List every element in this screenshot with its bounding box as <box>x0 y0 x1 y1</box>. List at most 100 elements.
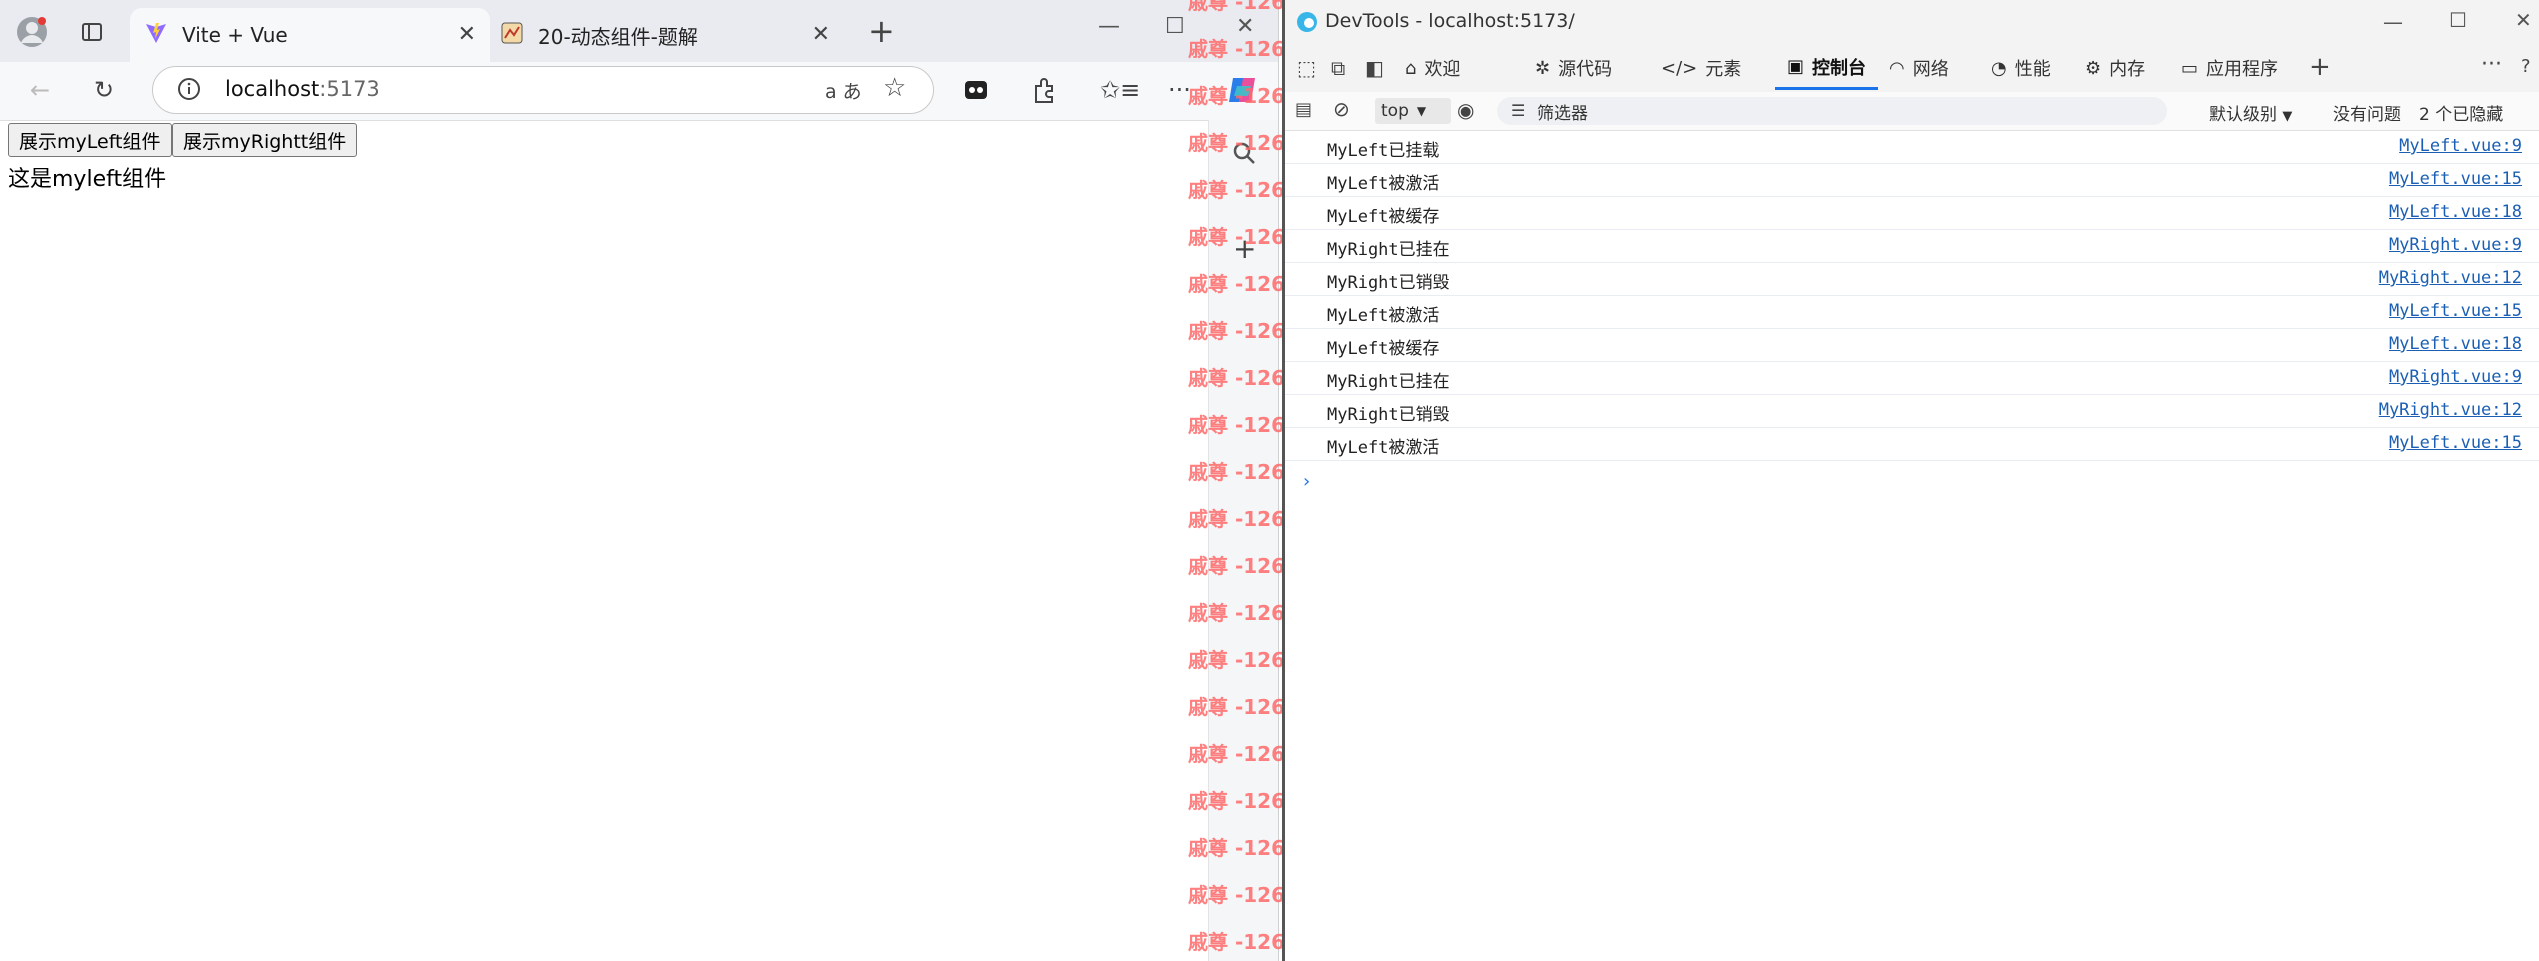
live-expression-eye-icon[interactable]: ◉ <box>1457 98 1474 122</box>
devtools-tab-strip: ⬚ ⧉ ◧ ⌂ 欢迎 ✲ 源代码 </> 元素 ▣ 控制台 ◠ 网络 ◔ 性能 ⚙ 内存 ▭ 应… <box>1285 46 2539 93</box>
edge-logo-icon <box>1295 10 1319 38</box>
source-link[interactable]: MyLeft.vue:15 <box>2389 433 2522 453</box>
devtools-window: DevTools - localhost:5173/ — ☐ ✕ ⬚ ⧉ ◧ ⌂… <box>1282 0 2539 961</box>
chevron-down-icon: ▼ <box>1416 104 1427 118</box>
source-link[interactable]: MyLeft.vue:9 <box>2399 136 2522 156</box>
tab-dynamic-component[interactable]: 20-动态组件-题解 ✕ <box>494 8 844 62</box>
tab-application[interactable]: ▭ 应用程序 <box>2181 46 2278 90</box>
minimize-icon[interactable]: — <box>1098 14 1120 39</box>
devtools-title-bar: DevTools - localhost:5173/ — ☐ ✕ <box>1285 0 2539 46</box>
console-message: MyRight已挂在 MyRight.vue:9 <box>1285 362 2539 395</box>
console-message: MyLeft被激活 MyLeft.vue:15 <box>1285 296 2539 329</box>
tab-vite-vue[interactable]: Vite + Vue ✕ <box>130 8 490 62</box>
code-icon: </> <box>1661 57 1698 79</box>
console-message: MyLeft被激活 MyLeft.vue:15 <box>1285 164 2539 197</box>
tab-console[interactable]: ▣ 控制台 <box>1775 46 1879 90</box>
show-myright-button[interactable]: 展示myRightt组件 <box>172 123 358 157</box>
close-window-icon[interactable]: ✕ <box>2515 8 2532 32</box>
favorite-star-icon[interactable]: ☆ <box>883 73 906 103</box>
reload-icon[interactable]: ↻ <box>94 76 114 104</box>
dock-side-icon[interactable]: ◧ <box>1365 56 1384 80</box>
vite-logo-icon <box>144 21 168 49</box>
source-link[interactable]: MyRight.vue:12 <box>2379 268 2522 288</box>
console-messages: MyLeft已挂载 MyLeft.vue:9 MyLeft被激活 MyLeft.vu… <box>1285 131 2539 492</box>
more-tabs-icon[interactable]: + <box>2309 52 2331 82</box>
tab-sources[interactable]: ✲ 源代码 <box>1535 46 1612 90</box>
source-link[interactable]: MyLeft.vue:15 <box>2389 301 2522 321</box>
console-message: MyLeft已挂载 MyLeft.vue:9 <box>1285 131 2539 164</box>
profile-avatar-icon[interactable] <box>14 14 50 50</box>
copilot-icon[interactable] <box>1225 72 1261 112</box>
context-select[interactable]: top ▼ <box>1375 98 1451 124</box>
gauge-icon: ◔ <box>1991 57 2007 79</box>
search-icon[interactable] <box>1231 140 1257 170</box>
wifi-icon: ◠ <box>1889 57 1905 79</box>
page-favicon-icon <box>500 21 524 49</box>
myleft-component-text: 这是myleft组件 <box>8 167 167 192</box>
console-prompt-icon[interactable]: › <box>1303 471 1310 492</box>
chevron-down-icon: ▼ <box>2282 109 2293 124</box>
filter-input[interactable]: ☰ 筛选器 <box>1497 97 2167 125</box>
source-link[interactable]: MyRight.vue:9 <box>2389 367 2522 387</box>
inspect-element-icon[interactable]: ⬚ <box>1297 56 1316 80</box>
source-link[interactable]: MyRight.vue:12 <box>2379 400 2522 420</box>
site-info-icon[interactable] <box>177 77 201 105</box>
read-aloud-icon[interactable]: a あ <box>825 77 862 104</box>
home-icon: ⌂ <box>1405 57 1417 79</box>
bug-icon: ✲ <box>1535 57 1551 79</box>
tab-close-icon[interactable]: ✕ <box>812 22 830 47</box>
issues-count[interactable]: 没有问题 <box>2333 100 2401 125</box>
source-link[interactable]: MyLeft.vue:18 <box>2389 202 2522 222</box>
console-filter-bar: ▤ ⊘ top ▼ ◉ ☰ 筛选器 默认级别 ▼ 没有问题 2 个已隐藏 <box>1285 92 2539 131</box>
minimize-icon[interactable]: — <box>2383 10 2403 34</box>
maximize-icon[interactable]: ☐ <box>1165 14 1185 39</box>
tab-memory[interactable]: ⚙ 内存 <box>2085 46 2145 90</box>
device-emulation-icon[interactable]: ⧉ <box>1331 56 1345 80</box>
source-link[interactable]: MyRight.vue:9 <box>2389 235 2522 255</box>
tab-welcome[interactable]: ⌂ 欢迎 <box>1405 46 1460 90</box>
more-menu-icon[interactable]: ··· <box>1168 76 1191 104</box>
console-icon: ▣ <box>1787 56 1805 77</box>
console-message: MyLeft被缓存 MyLeft.vue:18 <box>1285 329 2539 362</box>
back-icon[interactable]: ← <box>30 76 50 104</box>
tab-network[interactable]: ◠ 网络 <box>1889 46 1949 90</box>
vertical-tabs-icon[interactable] <box>74 14 110 50</box>
sidebar-toggle-icon[interactable]: ▤ <box>1295 99 1312 120</box>
extensions-icon[interactable] <box>1030 76 1058 110</box>
source-link[interactable]: MyLeft.vue:15 <box>2389 169 2522 189</box>
source-link[interactable]: MyLeft.vue:18 <box>2389 334 2522 354</box>
address-bar[interactable]: localhost:5173 a あ ☆ <box>152 66 934 114</box>
page-content: 展示myLeft组件 展示myRightt组件 这是myleft组件 <box>0 121 1278 961</box>
add-sidebar-icon[interactable]: + <box>1233 232 1256 265</box>
maximize-icon[interactable]: ☐ <box>2449 8 2467 32</box>
new-tab-icon[interactable]: + <box>868 12 895 50</box>
app-icon: ▭ <box>2181 57 2199 79</box>
customize-menu-icon[interactable]: ··· <box>2481 52 2502 77</box>
tab-bar: Vite + Vue ✕ 20-动态组件-题解 ✕ + — ☐ ✕ <box>0 0 1278 62</box>
show-myleft-button[interactable]: 展示myLeft组件 <box>8 123 172 157</box>
console-message: MyRight已挂在 MyRight.vue:9 <box>1285 230 2539 263</box>
tab-title: Vite + Vue <box>182 23 288 47</box>
log-level-select[interactable]: 默认级别 ▼ <box>2209 100 2292 125</box>
console-message: MyLeft被缓存 MyLeft.vue:18 <box>1285 197 2539 230</box>
favorites-icon[interactable]: ✩≡ <box>1100 76 1140 104</box>
filter-icon: ☰ <box>1511 101 1526 120</box>
memory-icon: ⚙ <box>2085 57 2102 79</box>
clear-console-icon[interactable]: ⊘ <box>1333 97 1350 121</box>
devtools-title: DevTools - localhost:5173/ <box>1325 10 1575 32</box>
url-text: localhost:5173 <box>225 77 380 101</box>
console-message: MyRight已销毁 MyRight.vue:12 <box>1285 395 2539 428</box>
close-window-icon[interactable]: ✕ <box>1236 14 1254 39</box>
tab-title: 20-动态组件-题解 <box>538 24 698 49</box>
tab-performance[interactable]: ◔ 性能 <box>1991 46 2051 90</box>
tab-actions-icon[interactable] <box>962 76 990 110</box>
hidden-count: 2 个已隐藏 <box>2419 105 2504 125</box>
tab-elements[interactable]: </> 元素 <box>1661 46 1741 90</box>
sidebar-rail: + <box>1208 120 1278 961</box>
help-icon[interactable]: ? <box>2521 56 2531 77</box>
console-message: MyLeft被激活 MyLeft.vue:15 <box>1285 428 2539 461</box>
filter-placeholder: 筛选器 <box>1537 103 1588 124</box>
browser-toolbar: ← ↻ localhost:5173 a あ ☆ ✩≡ ··· <box>0 62 1278 121</box>
tab-close-icon[interactable]: ✕ <box>458 22 476 47</box>
browser-window: Vite + Vue ✕ 20-动态组件-题解 ✕ + — ☐ ✕ ← ↻ lo… <box>0 0 1279 961</box>
